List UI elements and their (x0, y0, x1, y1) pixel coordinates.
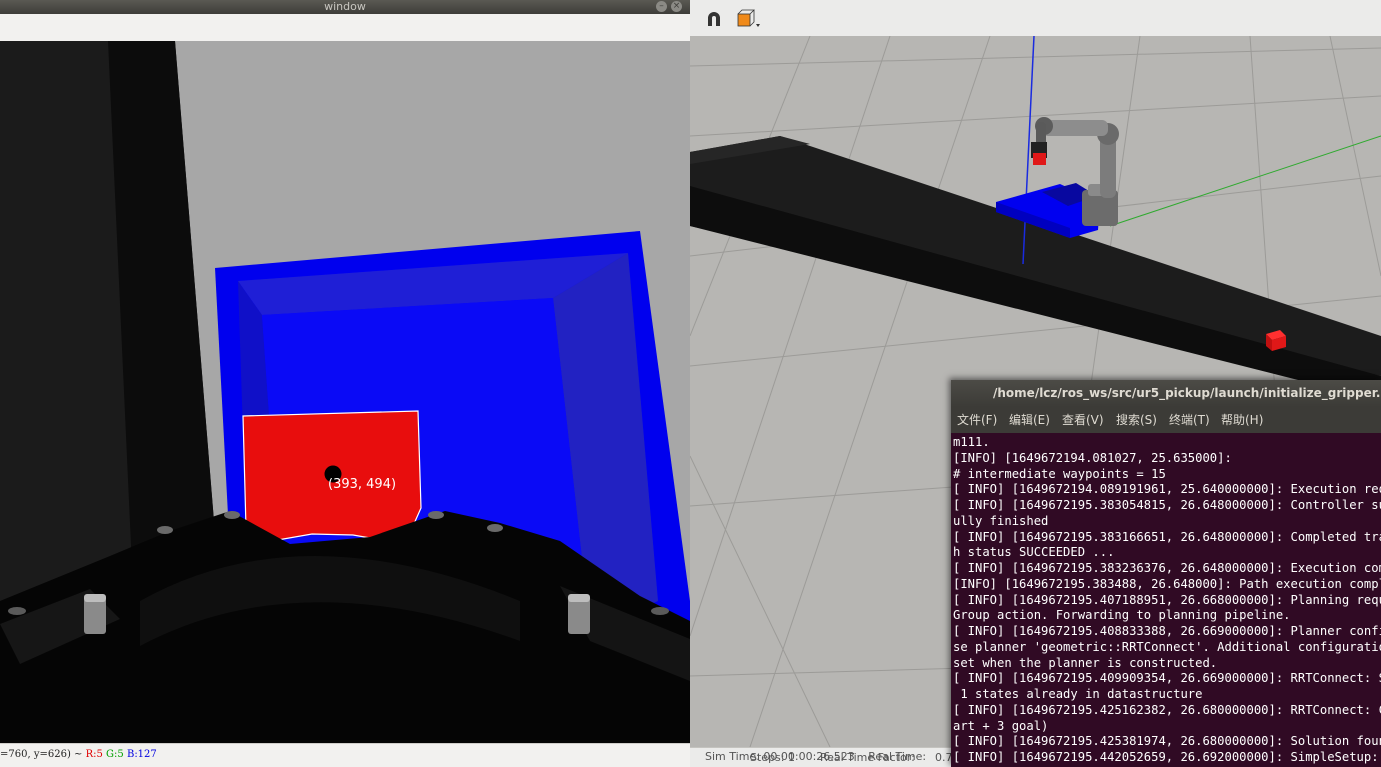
red-value: R:5 (85, 749, 103, 760)
pixel-info-statusbar: =760, y=626) ~ R:5 G:5 B:127 (0, 743, 690, 767)
sim-time-value: 00 00:00:26.523 (763, 750, 855, 763)
terminal-line: [INFO] [1649672195.383488, 26.648000]: P… (953, 576, 1381, 591)
box-icon[interactable] (734, 9, 762, 29)
menu-search[interactable]: 搜索(S) (1116, 407, 1157, 433)
terminal-line: art + 3 goal) (953, 718, 1049, 733)
terminal-window[interactable]: /home/lcz/ros_ws/src/ur5_pickup/launch/i… (951, 380, 1381, 767)
close-icon[interactable]: × (671, 1, 682, 12)
terminal-line: [ INFO] [1649672195.408833388, 26.669000… (953, 624, 1381, 638)
centroid-coordinate-label: (393, 494) (328, 477, 396, 492)
camera-image[interactable]: (393, 494) (0, 41, 690, 743)
terminal-line: [ INFO] [1649672195.407188951, 26.668000… (953, 592, 1381, 607)
sim-time-label: Sim Time: (705, 750, 760, 763)
menu-view[interactable]: 查看(V) (1062, 407, 1104, 433)
image-window-titlebar[interactable]: window – × (0, 0, 690, 14)
terminal-line: [ INFO] [1649672195.383166651, 26.648000… (953, 529, 1381, 544)
terminal-line: [ INFO] [1649672195.409909354, 26.669000… (953, 671, 1381, 686)
real-time-label: Real Time: (868, 750, 927, 763)
terminal-line: m111. (953, 435, 990, 449)
terminal-title: /home/lcz/ros_ws/src/ur5_pickup/launch/i… (993, 386, 1381, 400)
menu-edit[interactable]: 编辑(E) (1009, 407, 1050, 433)
image-window-toolbar (0, 14, 690, 42)
terminal-line: [ INFO] [1649672194.089191961, 25.640000… (953, 482, 1381, 497)
red-cube-3d (1266, 330, 1286, 351)
menu-terminal[interactable]: 终端(T) (1169, 407, 1210, 433)
menu-file[interactable]: 文件(F) (957, 407, 997, 433)
terminal-line: # intermediate waypoints = 15 (953, 466, 1166, 481)
window-controls: – × (656, 1, 682, 12)
terminal-menubar: 文件(F) 编辑(E) 查看(V) 搜索(S) 终端(T) 帮助(H) (951, 407, 1381, 433)
terminal-titlebar[interactable]: /home/lcz/ros_ws/src/ur5_pickup/launch/i… (951, 380, 1381, 407)
terminal-line: [ INFO] [1649672195.383236376, 26.648000… (953, 561, 1381, 575)
terminal-line: 1 states already in datastructure (953, 687, 1203, 701)
image-viewer-window: window – × (393, 494) =760, y=626) ~ R:5… (0, 0, 690, 767)
terminal-line: se planner 'geometric::RRTConnect'. Addi… (953, 639, 1381, 654)
blue-value: B:127 (126, 749, 157, 760)
terminal-line: h status SUCCEEDED ... (953, 545, 1115, 560)
terminal-line: [ INFO] [1649672195.425381974, 26.680000… (953, 734, 1381, 749)
menu-help[interactable]: 帮助(H) (1221, 407, 1263, 433)
minimize-icon[interactable]: – (656, 1, 667, 12)
green-value: G:5 (106, 749, 124, 760)
terminal-line: [ INFO] [1649672195.425162382, 26.680000… (953, 702, 1381, 717)
terminal-line: [ INFO] [1649672195.383054815, 26.648000… (953, 498, 1381, 512)
image-window-title: window (324, 0, 366, 13)
terminal-line: Group action. Forwarding to planning pip… (953, 608, 1291, 623)
terminal-line: [ INFO] [1649672195.442052659, 26.692000… (953, 750, 1379, 764)
terminal-line: ully finished (953, 513, 1049, 528)
terminal-line: set when the planner is constructed. (953, 655, 1218, 670)
sim-time-readout: Sim Time: 00 00:00:26.523 Real Time: (705, 747, 926, 767)
terminal-output[interactable]: m111. [INFO] [1649672194.081027, 25.6350… (953, 435, 1381, 767)
gazebo-toolbar (690, 0, 1381, 37)
pixel-position-text: =760, y=626) ~ (0, 749, 83, 760)
magnet-icon[interactable] (704, 9, 724, 29)
terminal-line: [INFO] [1649672194.081027, 25.635000]: (953, 450, 1232, 465)
